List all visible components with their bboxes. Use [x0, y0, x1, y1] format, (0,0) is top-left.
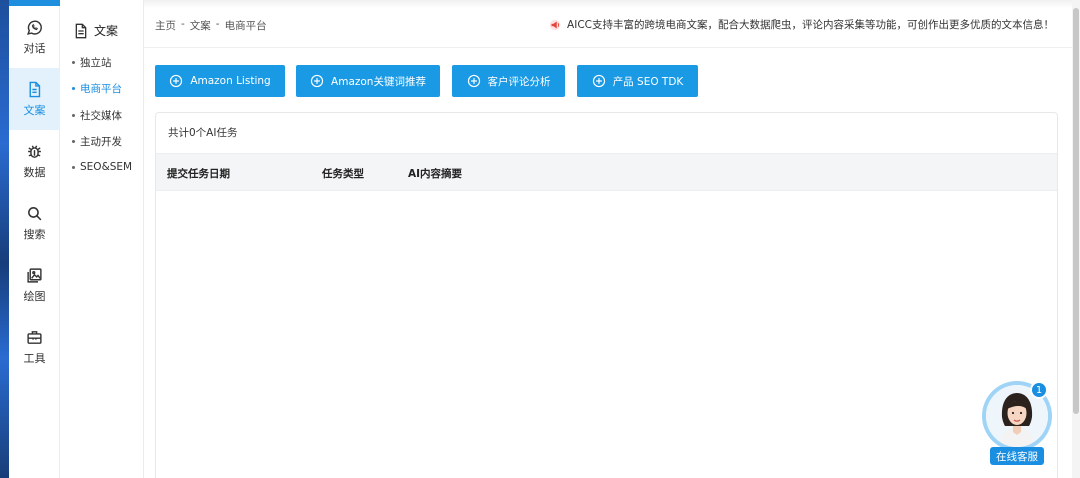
- amazon-keyword-button[interactable]: Amazon关键词推荐: [296, 65, 440, 97]
- category-item-outreach[interactable]: 主动开发: [72, 134, 122, 149]
- breadcrumb-home[interactable]: 主页: [155, 18, 176, 33]
- bullet-icon: [72, 87, 75, 90]
- category-item-standalone-site[interactable]: 独立站: [72, 55, 112, 70]
- plus-circle-icon: [170, 74, 183, 88]
- main-content: 主页 - 文案 - 电商平台 AICC支持丰富的跨境电商文案，配合大数据爬虫，评…: [144, 0, 1072, 478]
- search-icon: [28, 206, 42, 220]
- document-icon: [29, 81, 41, 97]
- table-header: 提交任务日期 任务类型 AI内容摘要: [156, 153, 1057, 191]
- category-item-label: 主动开发: [80, 136, 122, 148]
- bullet-icon: [72, 61, 75, 64]
- whatsapp-chat-icon: [27, 20, 42, 35]
- page-scrollbar[interactable]: [1072, 0, 1080, 478]
- task-panel: 共计0个AI任务 提交任务日期 任务类型 AI内容摘要: [155, 112, 1058, 478]
- task-count: 共计0个AI任务: [168, 127, 238, 139]
- category-sidebar: 文案 独立站 电商平台 社交媒体 主动开发 SEO&SEM: [60, 0, 144, 478]
- category-item-label: SEO&SEM: [80, 161, 133, 173]
- megaphone-icon: [549, 19, 561, 30]
- seo-tdk-button[interactable]: 产品 SEO TDK: [577, 65, 698, 97]
- category-item-social-media[interactable]: 社交媒体: [72, 108, 122, 123]
- bullet-icon: [72, 114, 75, 117]
- category-item-label: 社交媒体: [80, 110, 122, 122]
- rail-item-search[interactable]: 搜索: [9, 192, 60, 254]
- button-label: Amazon Listing: [190, 75, 271, 87]
- breadcrumb: 主页 - 文案 - 电商平台: [155, 18, 272, 33]
- desktop-edge: [0, 0, 9, 478]
- rail-item-label: 绘图: [23, 289, 46, 303]
- category-item-ecommerce[interactable]: 电商平台: [72, 81, 122, 96]
- notification-badge: 1: [1030, 381, 1048, 399]
- bullet-icon: [72, 165, 75, 169]
- rail-item-data[interactable]: 数据: [9, 130, 60, 192]
- amazon-listing-button[interactable]: Amazon Listing: [155, 65, 285, 97]
- icon-rail: 对话 文案 数据 搜索 绘图 工具: [9, 0, 60, 478]
- button-label: 客户评论分析: [487, 75, 551, 88]
- category-title-label: 文案: [94, 24, 119, 38]
- plus-circle-icon: [592, 74, 605, 88]
- bug-icon: [28, 145, 41, 158]
- column-header-summary: AI内容摘要: [408, 168, 463, 180]
- breadcrumb-copywriting[interactable]: 文案: [190, 18, 211, 33]
- category-item-label: 电商平台: [80, 83, 122, 95]
- document-icon: [75, 23, 87, 38]
- rail-item-drawing[interactable]: 绘图: [9, 254, 60, 316]
- column-header-type: 任务类型: [322, 168, 364, 180]
- image-icon: [27, 267, 42, 283]
- online-service-label: 在线客服: [990, 447, 1044, 465]
- scrollbar-thumb[interactable]: [1073, 8, 1079, 414]
- top-shadow: [144, 0, 1072, 8]
- bullet-icon: [72, 140, 75, 143]
- rail-item-copywriting[interactable]: 文案: [9, 68, 60, 130]
- column-header-date: 提交任务日期: [167, 168, 230, 180]
- category-item-seo-sem[interactable]: SEO&SEM: [72, 161, 132, 173]
- rail-item-tools[interactable]: 工具: [9, 316, 60, 378]
- button-label: 产品 SEO TDK: [612, 75, 684, 88]
- plus-circle-icon: [467, 74, 480, 88]
- notice-text: AICC支持丰富的跨境电商文案，配合大数据爬虫，评论内容采集等功能，可创作出更多…: [567, 19, 1054, 31]
- rail-item-label: 工具: [23, 351, 46, 365]
- breadcrumb-separator: -: [215, 18, 220, 30]
- breadcrumb-current: 电商平台: [224, 20, 267, 32]
- divider: [144, 47, 1072, 48]
- rail-item-chat[interactable]: 对话: [9, 6, 60, 68]
- online-service-widget[interactable]: 1 在线客服: [982, 381, 1052, 467]
- rail-item-label: 文案: [23, 103, 46, 117]
- plus-circle-icon: [310, 74, 324, 88]
- button-label: Amazon关键词推荐: [331, 75, 426, 88]
- review-analysis-button[interactable]: 客户评论分析: [452, 65, 565, 97]
- category-item-label: 独立站: [80, 57, 112, 69]
- breadcrumb-separator: -: [181, 18, 185, 30]
- notice-banner: AICC支持丰富的跨境电商文案，配合大数据爬虫，评论内容采集等功能，可创作出更多…: [548, 17, 1054, 32]
- rail-item-label: 搜索: [23, 227, 46, 241]
- toolbox-icon: [27, 330, 42, 344]
- rail-item-label: 数据: [23, 165, 46, 179]
- category-title: 文案: [74, 22, 118, 39]
- rail-item-label: 对话: [23, 41, 46, 55]
